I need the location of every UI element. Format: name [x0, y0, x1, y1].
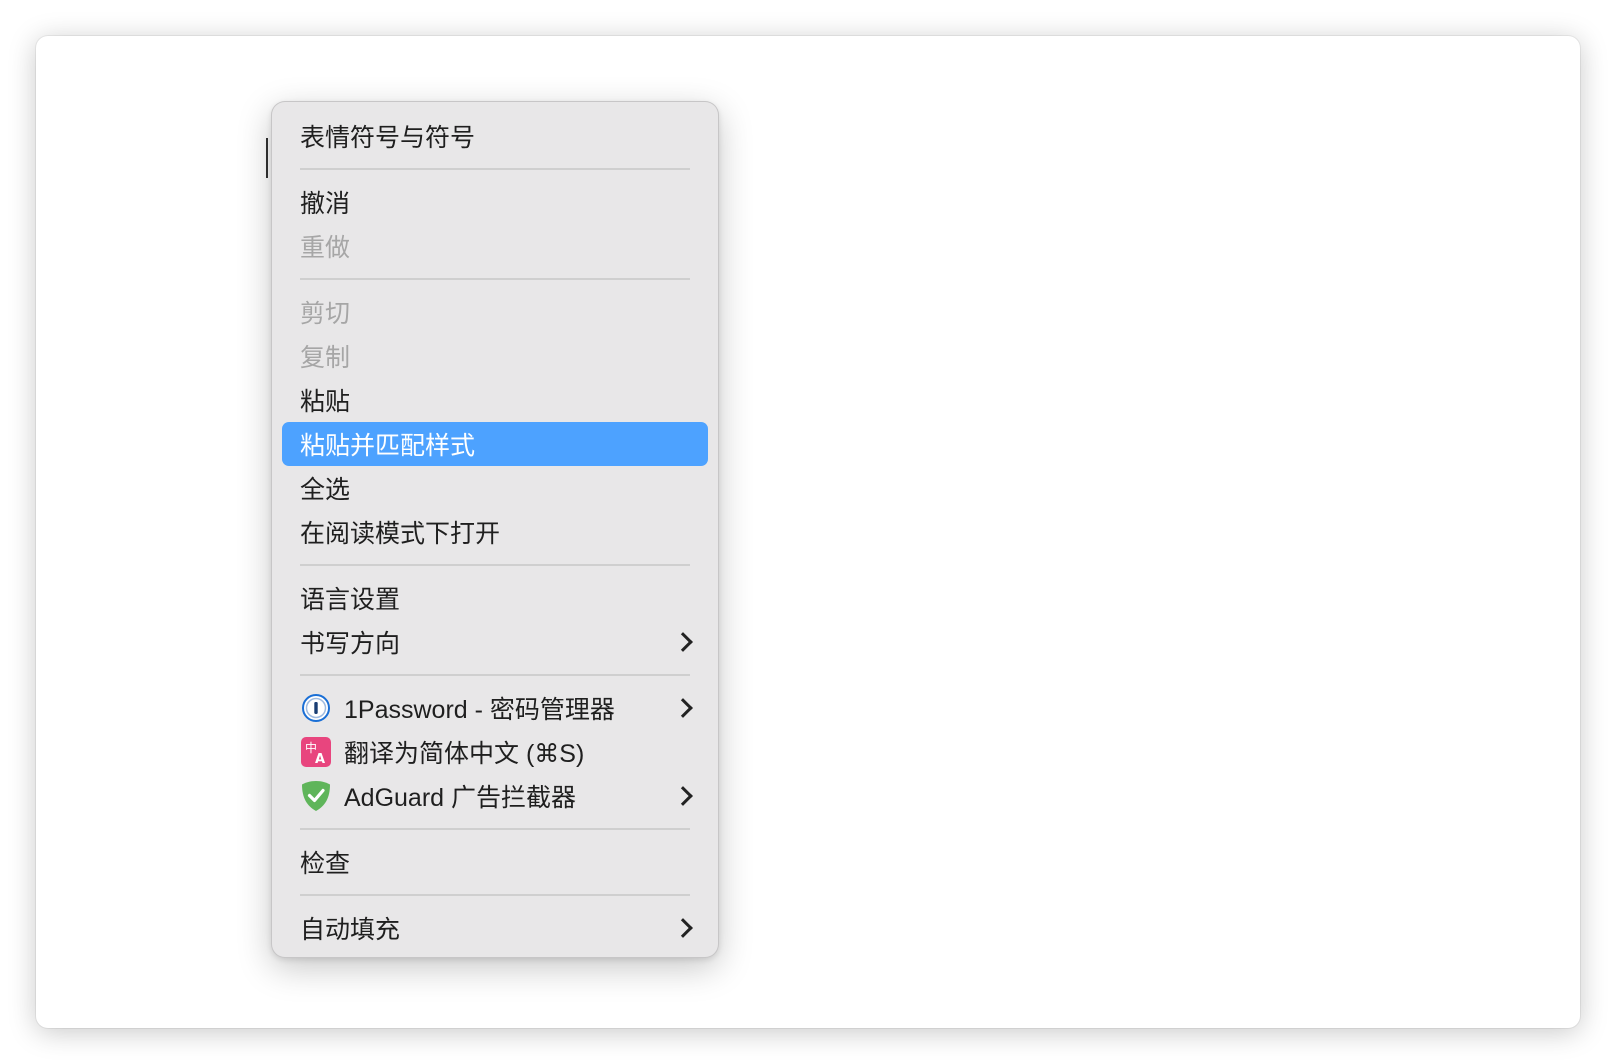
chevron-right-icon [673, 632, 693, 652]
1password-icon [300, 692, 332, 724]
menu-separator [300, 168, 690, 170]
menu-item-adguard[interactable]: AdGuard 广告拦截器 [282, 774, 708, 818]
menu-separator [300, 564, 690, 566]
menu-item-label: 书写方向 [300, 630, 401, 658]
menu-item-label: 1Password - 密码管理器 [344, 696, 615, 724]
chevron-right-icon [673, 786, 693, 806]
menu-item-label: 复制 [300, 344, 351, 372]
browser-window: 输入 [36, 36, 1580, 1028]
chevron-right-icon [673, 698, 693, 718]
menu-separator [300, 278, 690, 280]
menu-item-autofill[interactable]: 自动填充 [282, 906, 708, 950]
menu-item-label: 语言设置 [300, 586, 401, 614]
menu-item-inspect[interactable]: 检查 [282, 840, 708, 884]
menu-item-language-settings[interactable]: 语言设置 [282, 576, 708, 620]
menu-item-redo: 重做 [282, 224, 708, 268]
menu-item-paste-match-style[interactable]: 粘贴并匹配样式 [282, 422, 708, 466]
chevron-right-icon [673, 918, 693, 938]
context-menu: 表情符号与符号 撤消 重做 剪切 复制 粘贴 粘贴并匹配样式 全选 在阅读模式下… [271, 101, 719, 958]
text-caret [266, 138, 268, 178]
menu-item-1password[interactable]: 1Password - 密码管理器 [282, 686, 708, 730]
menu-item-label: 剪切 [300, 300, 351, 328]
menu-item-label: 检查 [300, 850, 351, 878]
menu-item-emoji[interactable]: 表情符号与符号 [282, 114, 708, 158]
svg-text:A: A [315, 752, 325, 767]
menu-item-reader-mode[interactable]: 在阅读模式下打开 [282, 510, 708, 554]
menu-item-label: 翻译为简体中文 (⌘S) [344, 740, 585, 768]
menu-item-writing-direction[interactable]: 书写方向 [282, 620, 708, 664]
menu-item-label: AdGuard 广告拦截器 [344, 784, 577, 812]
menu-item-copy: 复制 [282, 334, 708, 378]
menu-item-label: 撤消 [300, 190, 351, 218]
menu-separator [300, 828, 690, 830]
menu-item-paste[interactable]: 粘贴 [282, 378, 708, 422]
menu-separator [300, 674, 690, 676]
menu-item-label: 粘贴 [300, 388, 351, 416]
menu-item-label: 表情符号与符号 [300, 124, 476, 152]
menu-item-label: 在阅读模式下打开 [300, 520, 501, 548]
menu-item-label: 自动填充 [300, 916, 401, 944]
menu-item-label: 重做 [300, 234, 351, 262]
translate-icon: 中 A [300, 736, 332, 768]
menu-item-cut: 剪切 [282, 290, 708, 334]
menu-item-translate[interactable]: 中 A 翻译为简体中文 (⌘S) [282, 730, 708, 774]
menu-item-label: 粘贴并匹配样式 [300, 432, 476, 460]
menu-separator [300, 894, 690, 896]
menu-item-label: 全选 [300, 476, 351, 504]
menu-item-undo[interactable]: 撤消 [282, 180, 708, 224]
menu-item-select-all[interactable]: 全选 [282, 466, 708, 510]
adguard-shield-icon [300, 780, 332, 812]
